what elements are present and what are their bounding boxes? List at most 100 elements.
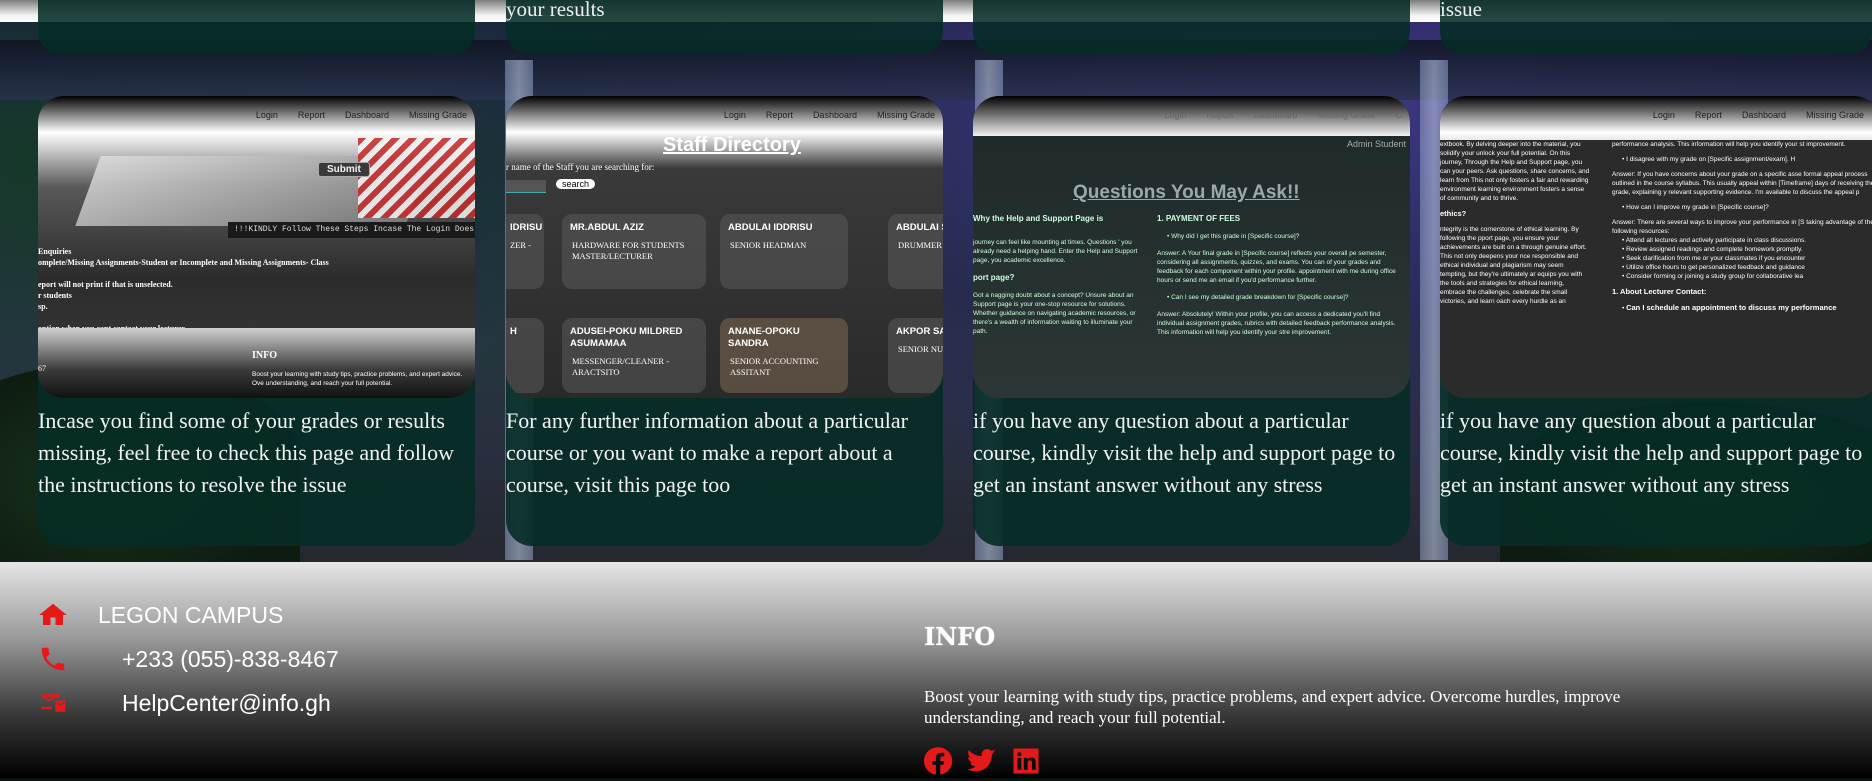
mini-right-column: 1. PAYMENT OF FEES • Why did I get this … bbox=[1157, 214, 1407, 337]
staff-tile: ANANE-OPOKU SANDRA SENIOR ACCOUNTING ASS… bbox=[720, 318, 848, 393]
mini-answer: Answer: If you have concerns about your … bbox=[1612, 171, 1872, 196]
footer-email: HelpCenter@info.gh bbox=[38, 688, 331, 718]
mini-line: omplete/Missing Assignments-Student or I… bbox=[38, 258, 329, 267]
peek-card-text: issue bbox=[1440, 0, 1482, 21]
card-description: if you have any question about a particu… bbox=[1440, 408, 1863, 497]
mini-paragraph: Got a nagging doubt about a concept? Uns… bbox=[973, 292, 1136, 335]
mini-nav-item: Login bbox=[1164, 110, 1187, 120]
envelope-icon bbox=[38, 688, 72, 718]
mini-line-spacer bbox=[38, 268, 329, 279]
staff-name: ABDULAI SI bbox=[896, 222, 943, 233]
card-help-support[interactable]: Login Report Dashboard Missing Grade C A… bbox=[973, 96, 1410, 546]
mini-nav-item: Dashboard bbox=[1253, 110, 1298, 120]
mini-search-input bbox=[506, 180, 546, 193]
mini-list-item: Utilize office hours to get personalized… bbox=[1626, 264, 1805, 271]
staff-tile: ABDULAI SI DRUMMER bbox=[888, 214, 943, 289]
mini-nav-item: Missing Grade bbox=[876, 110, 935, 120]
staff-name: AKPOR SAN bbox=[896, 326, 943, 337]
staff-role: DRUMMER bbox=[898, 240, 942, 250]
staff-tile: ABDULAI IDDRISU SENIOR HEADMAN bbox=[720, 214, 848, 289]
mini-question: Can I schedule an appointment to discuss… bbox=[1626, 303, 1837, 312]
mini-heading: 1. PAYMENT OF FEES bbox=[1157, 214, 1241, 223]
mini-nav: Login Report Dashboard Missing Grade C bbox=[1164, 110, 1402, 120]
mini-paragraph: extbook. By delving deeper into the mate… bbox=[1440, 141, 1590, 202]
mini-answer: Answer: There are several ways to improv… bbox=[1612, 219, 1872, 235]
card-screenshot: Login Report Dashboard Missing Grade C A… bbox=[973, 96, 1410, 398]
mini-nav-item: Report bbox=[297, 110, 325, 120]
phone-icon bbox=[38, 644, 72, 674]
linkedin-icon[interactable] bbox=[1011, 746, 1041, 776]
mini-nav-item: C bbox=[1395, 110, 1403, 120]
mini-line: sp. bbox=[38, 302, 48, 311]
card-description: Incase you find some of your grades or r… bbox=[38, 408, 455, 497]
phone-number[interactable]: +233 (055)-838-8467 bbox=[122, 646, 339, 673]
card-missing-grades[interactable]: Login Report Dashboard Missing Grade Sub… bbox=[38, 96, 475, 546]
staff-name: H bbox=[510, 326, 517, 337]
peek-card bbox=[973, 0, 1410, 54]
mini-list-item: Review assigned readings and complete ho… bbox=[1626, 246, 1803, 253]
staff-name: ADUSEI-POKU MILDRED ASUMAMAA bbox=[570, 326, 683, 349]
mini-left-column: extbook. By delving deeper into the mate… bbox=[1440, 140, 1590, 306]
mini-search-button: search bbox=[556, 179, 596, 189]
peek-card bbox=[38, 0, 475, 54]
mini-heading: ethics? bbox=[1440, 209, 1467, 218]
peek-card: issue bbox=[1440, 0, 1872, 54]
mini-number: 67 bbox=[38, 364, 46, 373]
peek-card-text: your results bbox=[506, 0, 605, 21]
staff-name: ANANE-OPOKU SANDRA bbox=[728, 326, 800, 349]
mini-line: eport will not print if that is unselect… bbox=[38, 280, 173, 289]
mini-marquee: !!!KINDLY Follow These Steps Incase The … bbox=[228, 222, 475, 238]
footer-campus: LEGON CAMPUS bbox=[38, 600, 283, 630]
mini-question: Why did I get this grade in [Specific co… bbox=[1171, 233, 1300, 240]
staff-tile: H bbox=[506, 318, 544, 393]
mini-list-item: Consider forming or joining a study grou… bbox=[1626, 273, 1804, 280]
mini-paragraph: journey can feel like mounting at times.… bbox=[973, 239, 1138, 264]
mini-question: How can I improve my grade in [Specific … bbox=[1626, 204, 1769, 211]
staff-role: HARDWARE FOR STUDENTS MASTER/LECTURER bbox=[572, 240, 685, 261]
mini-answer: Answer: Absolutely! Within your profile,… bbox=[1157, 311, 1396, 336]
mini-nav-item: Dashboard bbox=[344, 110, 389, 120]
staff-name: IDRISU bbox=[510, 222, 543, 233]
mini-nav-item: Report bbox=[1206, 110, 1234, 120]
twitter-icon[interactable] bbox=[967, 746, 997, 776]
facebook-icon[interactable] bbox=[923, 746, 953, 776]
mini-page-title: Questions You May Ask!! bbox=[1073, 182, 1300, 203]
staff-name: MR.ABDUL AZIZ bbox=[570, 222, 644, 233]
social-links bbox=[923, 746, 1041, 776]
staff-tile: ADUSEI-POKU MILDRED ASUMAMAA MESSENGER/C… bbox=[562, 318, 706, 393]
card-help-support-2[interactable]: Login Report Dashboard Missing Grade ext… bbox=[1440, 96, 1872, 546]
decor-image bbox=[358, 138, 475, 218]
mini-text-lines: Enquiries omplete/Missing Assignments-St… bbox=[38, 246, 329, 334]
staff-tile: AKPOR SAN SENIOR NU bbox=[888, 318, 943, 393]
staff-role: SENIOR NU bbox=[898, 344, 943, 354]
mini-nav-item: Missing Grade bbox=[1805, 110, 1864, 120]
staff-role: SENIOR HEADMAN bbox=[730, 240, 807, 250]
footer-info-text: Boost your learning with study tips, pra… bbox=[924, 687, 1621, 727]
footer-phone: +233 (055)-838-8467 bbox=[38, 644, 339, 674]
staff-tile: IDRISU ZER - bbox=[506, 214, 544, 289]
card-description: For any further information about a part… bbox=[506, 408, 908, 497]
email-address[interactable]: HelpCenter@info.gh bbox=[122, 690, 331, 717]
mini-nav-item: Login bbox=[723, 110, 746, 120]
mini-list-item: Seek clarification from me or your class… bbox=[1626, 255, 1806, 262]
mini-line-spacer bbox=[38, 312, 329, 323]
mini-left-column: Why the Help and Support Page is journey… bbox=[973, 214, 1148, 336]
card-description: if you have any question about a particu… bbox=[973, 408, 1396, 497]
mini-nav-item: Dashboard bbox=[812, 110, 857, 120]
mini-info-title: INFO bbox=[252, 350, 277, 361]
mini-question: I disagree with my grade on [Specific as… bbox=[1626, 156, 1796, 163]
mini-admin-links: Admin Student bbox=[1346, 139, 1406, 149]
staff-role: MESSENGER/CLEANER - ARACTSITO bbox=[572, 356, 670, 377]
mini-nav-item: Dashboard bbox=[1741, 110, 1786, 120]
mini-heading: 1. About Lecturer Contact: bbox=[1612, 287, 1707, 296]
home-icon bbox=[38, 600, 72, 630]
mini-nav: Login Report Dashboard Missing Grade bbox=[724, 110, 935, 120]
staff-tile: MR.ABDUL AZIZ HARDWARE FOR STUDENTS MAST… bbox=[562, 214, 706, 289]
mini-nav-item: Missing Grade bbox=[408, 110, 467, 120]
mini-heading: Why the Help and Support Page is bbox=[973, 214, 1104, 223]
card-staff-directory[interactable]: Login Report Dashboard Missing Grade Sta… bbox=[506, 96, 943, 546]
mini-nav-item: Login bbox=[1652, 110, 1675, 120]
card-screenshot: Login Report Dashboard Missing Grade Sta… bbox=[506, 96, 943, 398]
mini-submit-button: Submit bbox=[318, 162, 370, 177]
footer-info-title: INFO bbox=[924, 622, 996, 651]
